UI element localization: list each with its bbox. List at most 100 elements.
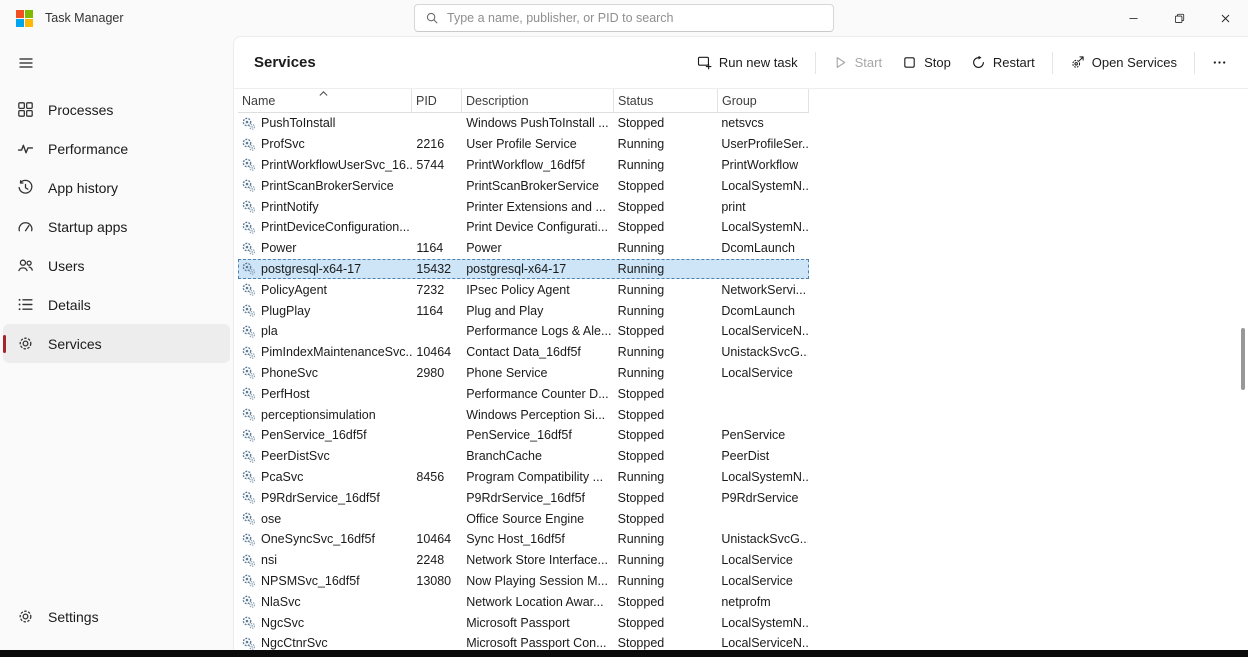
- service-row[interactable]: NPSMSvc_16df5f 13080 Now Playing Session…: [238, 571, 809, 592]
- service-row[interactable]: perceptionsimulation Windows Perception …: [238, 404, 809, 425]
- column-header-description[interactable]: Description: [462, 89, 614, 112]
- search-box[interactable]: [414, 4, 834, 32]
- service-row[interactable]: PrintWorkflowUserSvc_16... 5744 PrintWor…: [238, 155, 809, 176]
- service-gear-icon: [241, 157, 256, 172]
- sidebar-item-processes[interactable]: Processes: [3, 90, 230, 129]
- service-row[interactable]: PeerDistSvc BranchCache Stopped PeerDist: [238, 446, 809, 467]
- service-status: Stopped: [614, 324, 718, 338]
- service-row[interactable]: ose Office Source Engine Stopped: [238, 508, 809, 529]
- close-button[interactable]: [1202, 0, 1248, 36]
- sidebar-item-settings[interactable]: Settings: [3, 597, 230, 636]
- service-gear-icon: [241, 428, 256, 443]
- service-row[interactable]: PerfHost Performance Counter D... Stoppe…: [238, 383, 809, 404]
- main-area: Processes Performance App history Startu…: [0, 36, 1248, 650]
- service-status: Running: [614, 470, 718, 484]
- restore-button[interactable]: [1156, 0, 1202, 36]
- content-pane: Services Run new task Start: [233, 36, 1248, 650]
- service-row[interactable]: PrintScanBrokerService PrintScanBrokerSe…: [238, 175, 809, 196]
- vertical-scrollbar[interactable]: [1238, 92, 1247, 643]
- service-status: Stopped: [614, 220, 718, 234]
- page-title: Services: [254, 54, 316, 71]
- search-input[interactable]: [447, 11, 823, 25]
- service-name: PrintWorkflowUserSvc_16...: [261, 158, 412, 172]
- service-row[interactable]: PlugPlay 1164 Plug and Play Running Dcom…: [238, 300, 809, 321]
- service-row[interactable]: NlaSvc Network Location Awar... Stopped …: [238, 591, 809, 612]
- service-row[interactable]: PolicyAgent 7232 IPsec Policy Agent Runn…: [238, 279, 809, 300]
- service-name: nsi: [261, 553, 277, 567]
- service-pid: 8456: [412, 470, 462, 484]
- minimize-button[interactable]: [1110, 0, 1156, 36]
- service-group: LocalService: [717, 366, 808, 380]
- service-row[interactable]: PushToInstall Windows PushToInstall ... …: [238, 113, 809, 134]
- service-group: P9RdrService: [717, 491, 808, 505]
- column-header-pid[interactable]: PID: [412, 89, 462, 112]
- service-row[interactable]: PcaSvc 8456 Program Compatibility ... Ru…: [238, 467, 809, 488]
- column-header-status[interactable]: Status: [614, 89, 718, 112]
- scrollbar-thumb[interactable]: [1241, 328, 1245, 390]
- sidebar-item-performance[interactable]: Performance: [3, 129, 230, 168]
- sidebar-item-startup-apps[interactable]: Startup apps: [3, 207, 230, 246]
- service-status: Running: [614, 532, 718, 546]
- service-description: Performance Logs & Ale...: [462, 324, 613, 338]
- service-row[interactable]: PenService_16df5f PenService_16df5f Stop…: [238, 425, 809, 446]
- service-description: Microsoft Passport: [462, 616, 613, 630]
- sidebar-item-users[interactable]: Users: [3, 246, 230, 285]
- service-status: Running: [614, 158, 718, 172]
- history-icon: [17, 179, 34, 196]
- service-description: Network Store Interface...: [462, 553, 613, 567]
- service-row[interactable]: PhoneSvc 2980 Phone Service Running Loca…: [238, 363, 809, 384]
- service-description: Office Source Engine: [462, 512, 613, 526]
- toolbar-divider: [1052, 52, 1053, 74]
- restart-button[interactable]: Restart: [962, 49, 1044, 76]
- hamburger-menu-button[interactable]: [8, 46, 44, 80]
- service-group: DcomLaunch: [717, 241, 808, 255]
- service-gear-icon: [241, 573, 256, 588]
- service-row[interactable]: Power 1164 Power Running DcomLaunch: [238, 238, 809, 259]
- service-gear-icon: [241, 220, 256, 235]
- service-row[interactable]: PrintDeviceConfiguration... Print Device…: [238, 217, 809, 238]
- run-new-task-button[interactable]: Run new task: [688, 49, 807, 76]
- stop-button[interactable]: Stop: [893, 49, 960, 76]
- sort-indicator-icon: [318, 90, 329, 97]
- more-options-button[interactable]: [1203, 49, 1236, 76]
- service-row[interactable]: P9RdrService_16df5f P9RdrService_16df5f …: [238, 487, 809, 508]
- service-gear-icon: [241, 449, 256, 464]
- sidebar-item-label: Settings: [48, 609, 99, 625]
- service-row[interactable]: PimIndexMaintenanceSvc... 10464 Contact …: [238, 342, 809, 363]
- column-header-group[interactable]: Group: [718, 89, 809, 112]
- sidebar-item-app-history[interactable]: App history: [3, 168, 230, 207]
- service-row[interactable]: postgresql-x64-17 15432 postgresql-x64-1…: [238, 259, 809, 280]
- content-header: Services Run new task Start: [234, 37, 1248, 89]
- sidebar-item-details[interactable]: Details: [3, 285, 230, 324]
- selection-pill: [3, 335, 6, 353]
- service-gear-icon: [241, 199, 256, 214]
- service-row[interactable]: PrintNotify Printer Extensions and ... S…: [238, 196, 809, 217]
- service-group: NetworkServi...: [717, 283, 808, 297]
- service-description: PrintWorkflow_16df5f: [462, 158, 613, 172]
- start-button[interactable]: Start: [824, 49, 891, 76]
- service-row[interactable]: ProfSvc 2216 User Profile Service Runnin…: [238, 134, 809, 155]
- service-row[interactable]: nsi 2248 Network Store Interface... Runn…: [238, 550, 809, 571]
- service-description: Sync Host_16df5f: [462, 532, 613, 546]
- service-status: Running: [614, 283, 718, 297]
- service-gear-icon: [241, 137, 256, 152]
- table-body: PushToInstall Windows PushToInstall ... …: [238, 113, 1248, 650]
- service-description: Microsoft Passport Con...: [462, 636, 613, 650]
- settings-gear-icon: [17, 608, 34, 625]
- task-manager-logo-icon: [16, 10, 33, 27]
- open-services-button[interactable]: Open Services: [1061, 49, 1186, 76]
- service-name: NPSMSvc_16df5f: [261, 574, 360, 588]
- service-name: postgresql-x64-17: [261, 262, 361, 276]
- service-row[interactable]: NgcSvc Microsoft Passport Stopped LocalS…: [238, 612, 809, 633]
- service-row[interactable]: pla Performance Logs & Ale... Stopped Lo…: [238, 321, 809, 342]
- sidebar-bottom: Settings: [0, 597, 233, 650]
- toolbar-divider: [815, 52, 816, 74]
- sidebar-item-services[interactable]: Services: [3, 324, 230, 363]
- service-status: Stopped: [614, 595, 718, 609]
- service-group: UserProfileSer...: [717, 137, 808, 151]
- service-group: LocalServiceN...: [717, 324, 808, 338]
- service-name: PrintScanBrokerService: [261, 179, 394, 193]
- service-description: IPsec Policy Agent: [462, 283, 613, 297]
- service-row[interactable]: OneSyncSvc_16df5f 10464 Sync Host_16df5f…: [238, 529, 809, 550]
- service-row[interactable]: NgcCtnrSvc Microsoft Passport Con... Sto…: [238, 633, 809, 650]
